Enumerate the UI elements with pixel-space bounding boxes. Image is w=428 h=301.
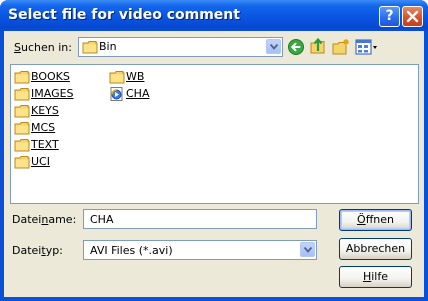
cancel-button[interactable]: Abbrechen — [339, 238, 412, 260]
look-in-label: Suchen in: — [14, 41, 72, 54]
file-name-value: CHA — [90, 213, 114, 226]
file-list[interactable]: BOOKS IMAGES KEYS MCS TEXT UCI WB CHA — [10, 64, 419, 204]
folder-icon — [82, 41, 98, 54]
folder-icon — [14, 88, 30, 101]
file-name: UCI — [31, 155, 50, 168]
file-name: BOOKS — [31, 70, 70, 83]
title-bar[interactable]: Select file for video comment ? — [0, 0, 428, 32]
view-menu-icon — [355, 39, 377, 55]
back-arrow-icon — [288, 39, 304, 55]
views-menu-button[interactable] — [355, 38, 379, 56]
chevron-down-icon — [304, 247, 312, 253]
file-name: TEXT — [31, 138, 59, 151]
media-file-icon — [110, 87, 123, 101]
help-question-button[interactable]: ? — [379, 6, 400, 27]
folder-icon — [14, 71, 30, 84]
window-title: Select file for video comment — [8, 7, 240, 23]
file-name: WB — [126, 70, 145, 83]
file-type-dropdown[interactable]: AVI Files (*.avi) — [83, 240, 317, 260]
folder-icon — [14, 105, 30, 118]
file-name: CHA — [126, 87, 150, 100]
dialog-window: Select file for video comment ? Suchen i… — [0, 0, 428, 301]
folder-icon — [109, 71, 125, 84]
up-folder-icon — [310, 37, 325, 54]
help-button[interactable]: Hilfe — [339, 266, 412, 288]
back-button[interactable] — [287, 38, 305, 56]
close-x-icon — [406, 10, 419, 23]
file-name-label: Dateiname: — [12, 213, 77, 226]
file-name: KEYS — [31, 104, 59, 117]
folder-icon — [14, 122, 30, 135]
file-type-value: AVI Files (*.avi) — [90, 244, 173, 257]
up-folder-button[interactable] — [309, 37, 327, 55]
folder-icon — [14, 139, 30, 152]
look-in-dropdown-arrow[interactable] — [266, 39, 281, 54]
chevron-down-icon — [270, 44, 278, 50]
folder-icon — [14, 156, 30, 169]
question-mark-icon: ? — [385, 8, 394, 24]
new-folder-icon — [332, 39, 349, 55]
look-in-dropdown[interactable]: Bin — [78, 37, 283, 57]
open-button[interactable]: Öffnen — [339, 209, 412, 231]
file-name: MCS — [31, 121, 56, 134]
look-in-value: Bin — [99, 40, 117, 53]
close-button[interactable] — [402, 6, 423, 27]
file-type-dropdown-arrow[interactable] — [300, 242, 315, 257]
file-type-label: Dateityp: — [12, 244, 63, 257]
new-folder-button[interactable] — [332, 38, 350, 56]
file-name: IMAGES — [31, 87, 74, 100]
dialog-client-area: Suchen in: Bin BOOKS IMAGES KEYS MCS TEX… — [4, 31, 424, 297]
file-name-input[interactable]: CHA — [83, 209, 317, 229]
